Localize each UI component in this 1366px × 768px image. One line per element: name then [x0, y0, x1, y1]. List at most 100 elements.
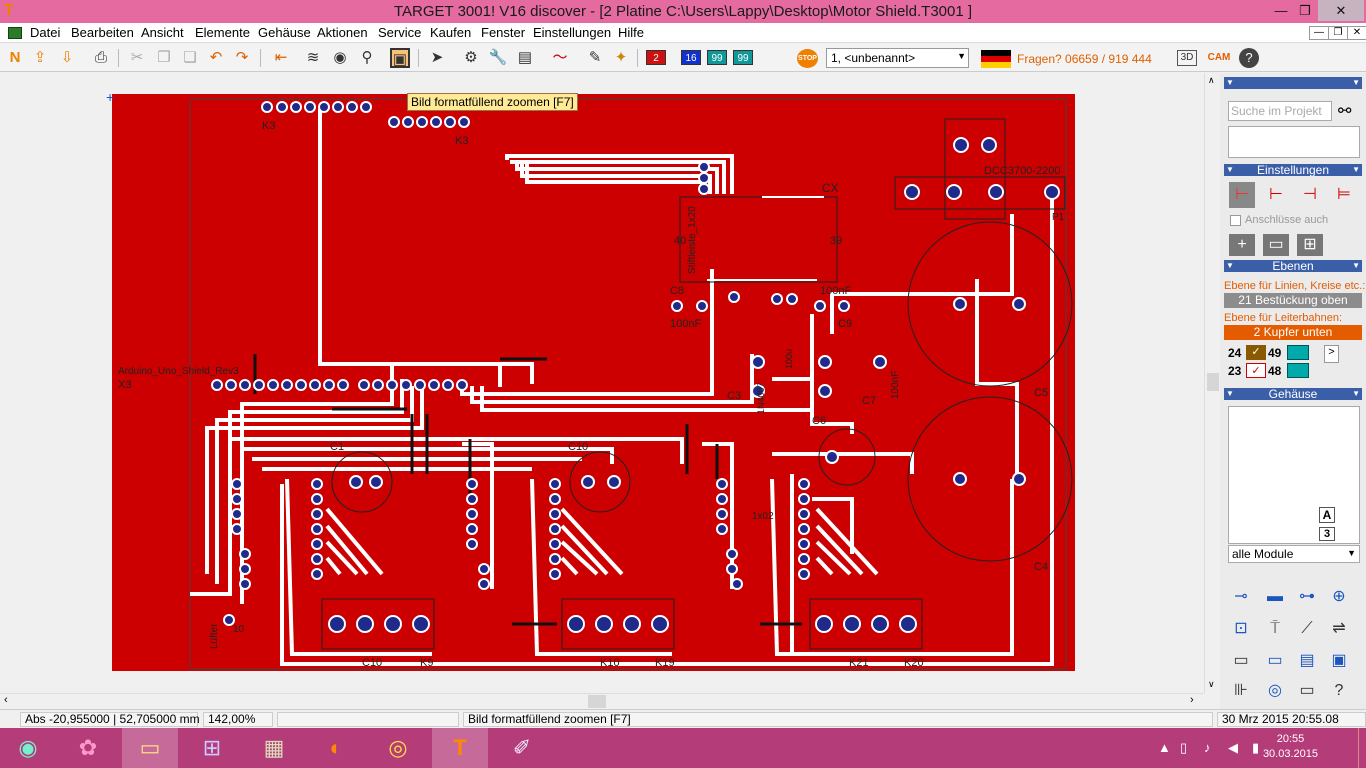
panel-header-search[interactable]: ▼ ▼ [1224, 77, 1362, 89]
eye-icon[interactable]: ◉ [330, 48, 350, 68]
cut-icon[interactable]: ✂ [127, 48, 147, 68]
layer-48-toggle[interactable] [1287, 363, 1309, 378]
chrome-icon[interactable]: ◎ [370, 728, 426, 768]
component-icon[interactable]: ▬ [1262, 584, 1288, 610]
pcb-board[interactable]: K3 K3 CX 40 39 Stiftleiste_1x20 C8 100nF… [112, 94, 1075, 671]
components-icon[interactable]: ⚙ [461, 48, 481, 68]
tray-device-icon[interactable]: ▯ [1180, 740, 1187, 756]
tray-expand-icon[interactable]: ▲ [1158, 740, 1171, 755]
module-select[interactable]: alle Module ▼ [1228, 545, 1360, 563]
undo-icon[interactable]: ↶ [206, 48, 226, 68]
menu-fenster[interactable]: Fenster [481, 25, 525, 40]
snap-route-icon[interactable]: ⊣ [1297, 182, 1323, 208]
menu-datei[interactable]: Datei [30, 25, 60, 40]
layers-icon[interactable]: ≋ [303, 48, 323, 68]
pot-icon[interactable]: ◎ [1262, 678, 1288, 704]
binoculars-icon[interactable]: ⚯ [1338, 101, 1351, 121]
header-icon[interactable]: ⊪ [1228, 678, 1254, 704]
layer-combo[interactable]: 1, <unbenannt> ▼ [826, 48, 969, 68]
layer-49-toggle[interactable] [1287, 345, 1309, 360]
crystal-icon[interactable]: ⊡ [1228, 616, 1254, 642]
transistor-icon[interactable]: ⍑ [1262, 616, 1288, 642]
ebene-linien-select[interactable]: 21 Bestückung oben [1224, 293, 1362, 308]
rect-icon[interactable]: ▭ [1263, 234, 1289, 256]
layer-99b-button[interactable]: 99 [733, 50, 753, 65]
zoom-fit-icon[interactable]: ▣ [390, 48, 410, 68]
resistor-icon[interactable]: ⊸ [1228, 584, 1254, 610]
diode-icon[interactable]: ⊶ [1294, 584, 1320, 610]
print-icon[interactable]: ⎙ [91, 48, 111, 68]
upload-icon[interactable]: ⇪ [30, 48, 50, 68]
layer-2-button[interactable]: 2 [646, 50, 666, 65]
scroll-right-icon[interactable]: › [1190, 694, 1194, 706]
panel-header-gehaeuse[interactable]: ▼ Gehäuse ▼ [1224, 388, 1362, 400]
network-icon[interactable]: ⊞ [184, 728, 240, 768]
new-file-icon[interactable]: N [5, 48, 25, 68]
vertical-scrollbar[interactable]: ∧ ∨ [1204, 73, 1220, 693]
minimize-button[interactable]: — [1270, 0, 1292, 21]
ic-dip-icon[interactable]: ▭ [1262, 648, 1288, 674]
snap-free-icon[interactable]: ⊨ [1331, 182, 1357, 208]
horizontal-scrollbar[interactable]: ‹ › [0, 693, 1204, 709]
ic-soic-icon[interactable]: ▤ [1294, 648, 1320, 674]
pointer-icon[interactable]: ➤ [427, 48, 447, 68]
menu-bearbeiten[interactable]: Bearbeiten [71, 25, 134, 40]
panel-header-einstellungen[interactable]: ▼ Einstellungen ▼ [1224, 164, 1362, 176]
chevron-right-icon[interactable]: > [1324, 345, 1339, 363]
target-3001-icon[interactable]: T [432, 728, 488, 768]
copy-icon[interactable]: ❐ [154, 48, 174, 68]
layer-24-toggle[interactable]: ✓ [1246, 345, 1266, 360]
paste-icon[interactable]: ❏ [180, 48, 200, 68]
track-icon[interactable]: 〜 [550, 48, 570, 68]
layer-99-button[interactable]: 99 [707, 50, 727, 65]
ebene-leiter-select[interactable]: 2 Kupfer unten [1224, 325, 1362, 340]
mdi-restore-button[interactable]: ❐ [1328, 26, 1348, 40]
start-icon[interactable]: ◉ [0, 728, 56, 768]
gehaeuse-list[interactable] [1228, 406, 1360, 544]
scroll-app-icon[interactable]: ▦ [246, 728, 302, 768]
box-icon[interactable]: ▭ [1294, 678, 1320, 704]
switch-icon[interactable]: ⟋ [1294, 616, 1320, 642]
layer-23-toggle[interactable]: ✓ [1246, 363, 1266, 378]
maximize-button[interactable]: ❐ [1294, 0, 1316, 21]
menu-aktionen[interactable]: Aktionen [317, 25, 368, 40]
picasa-icon[interactable]: ✿ [60, 728, 116, 768]
firefox-icon[interactable]: ◐ [308, 728, 364, 768]
taskbar-clock[interactable]: 20:55 30.03.2015 [1263, 732, 1318, 762]
show-desktop-button[interactable] [1358, 728, 1366, 768]
scroll-down-icon[interactable]: ∨ [1208, 679, 1215, 690]
led-icon[interactable]: ⊕ [1326, 584, 1352, 610]
help-icon[interactable]: ? [1239, 48, 1259, 68]
menu-service[interactable]: Service [378, 25, 421, 40]
close-button[interactable]: ✕ [1318, 0, 1364, 21]
snap-pointer-icon[interactable]: ⊢ [1229, 182, 1255, 208]
add-icon[interactable]: + [1229, 234, 1255, 256]
stop-button[interactable]: STOP [797, 49, 818, 68]
grid-icon[interactable]: ⊞ [1297, 234, 1323, 256]
help-component-icon[interactable]: ? [1326, 678, 1352, 704]
project-search-input[interactable]: Suche im Projekt [1228, 101, 1332, 121]
3d-button[interactable]: 3D [1177, 50, 1197, 66]
download-icon[interactable]: ⇩ [57, 48, 77, 68]
connector-icon[interactable]: ▭ [1228, 648, 1254, 674]
snap-angle-icon[interactable]: ⊢ [1263, 182, 1289, 208]
menu-ansicht[interactable]: Ansicht [141, 25, 184, 40]
zoom-icon[interactable]: ⚲ [357, 48, 377, 68]
menu-einstellungen[interactable]: Einstellungen [533, 25, 611, 40]
explorer-icon[interactable]: ▭ [122, 728, 178, 768]
panel-header-ebenen[interactable]: ▼ Ebenen ▼ [1224, 260, 1362, 272]
signal-icon[interactable]: ▮ [1252, 740, 1259, 756]
scroll-up-icon[interactable]: ∧ [1208, 75, 1215, 86]
paint-icon[interactable]: ✐ [494, 728, 550, 768]
scroll-left-icon[interactable]: ‹ [4, 694, 8, 706]
a-button[interactable]: A [1319, 507, 1335, 523]
scroll-thumb[interactable] [588, 695, 606, 708]
ic-icon[interactable]: ▤ [515, 48, 535, 68]
magic-icon[interactable]: ✦ [611, 48, 631, 68]
cam-button[interactable]: CAM [1206, 48, 1232, 68]
mdi-close-button[interactable]: ✕ [1347, 26, 1366, 40]
search-results[interactable] [1228, 126, 1360, 158]
ic-quad-icon[interactable]: ▣ [1326, 648, 1352, 674]
menu-hilfe[interactable]: Hilfe [618, 25, 644, 40]
volume-icon[interactable]: ♪ [1204, 740, 1211, 755]
